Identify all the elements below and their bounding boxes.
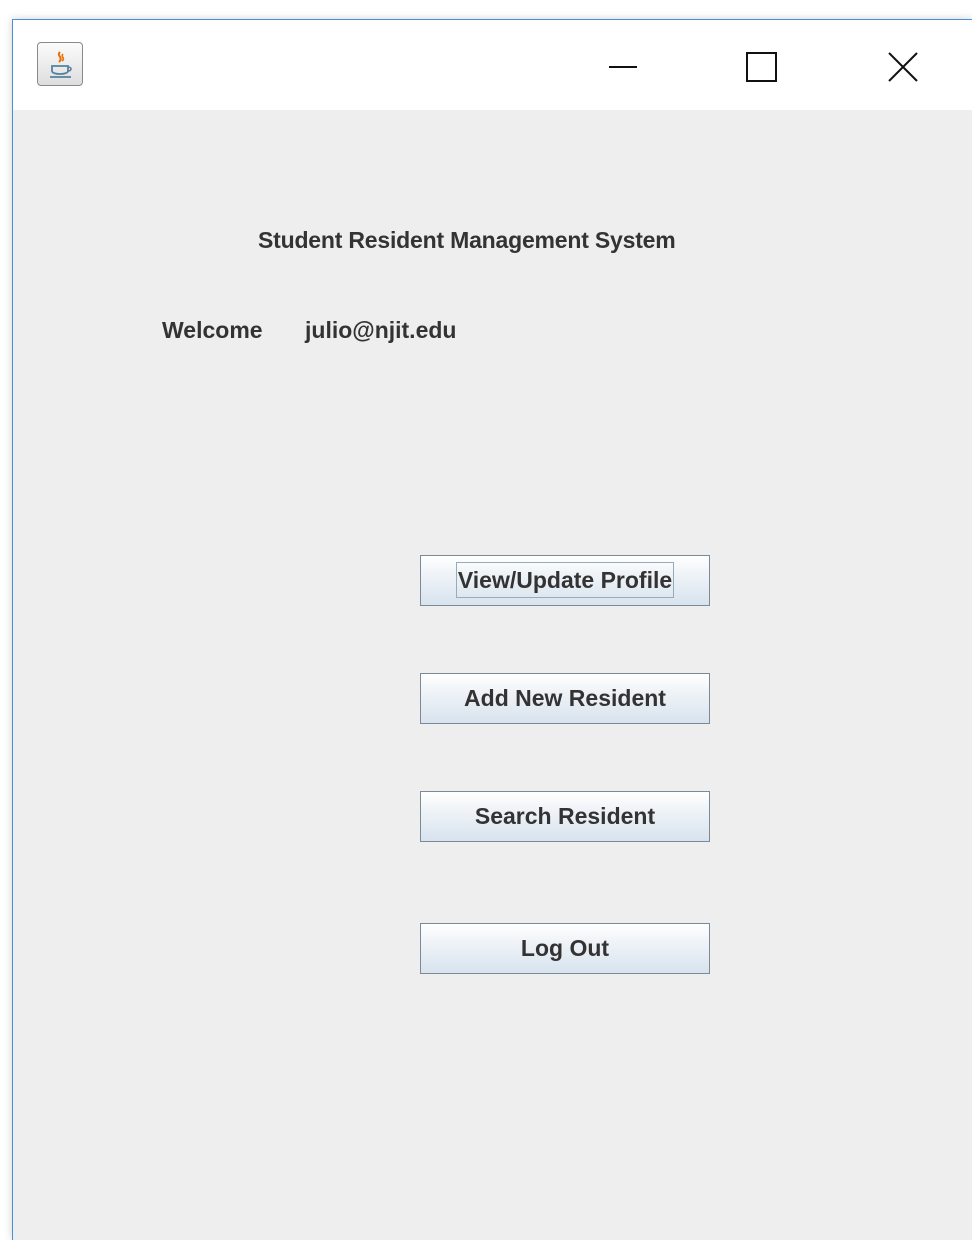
title-bar[interactable] (13, 20, 972, 110)
user-email: julio@njit.edu (305, 317, 457, 343)
view-update-profile-label: View/Update Profile (455, 562, 675, 598)
page-title: Student Resident Management System (258, 227, 676, 253)
app-window: Student Resident Management System Welco… (12, 19, 972, 1240)
welcome-label: Welcome (162, 317, 263, 343)
maximize-icon (746, 52, 777, 82)
minimize-button[interactable] (576, 20, 668, 110)
java-icon[interactable] (37, 42, 83, 86)
maximize-button[interactable] (715, 20, 807, 110)
desktop-screen: Student Resident Management System Welco… (0, 0, 972, 1240)
view-update-profile-button[interactable]: View/Update Profile (420, 555, 710, 606)
content-panel: Student Resident Management System Welco… (13, 110, 972, 1240)
close-icon (888, 52, 918, 82)
minimize-icon (609, 66, 637, 68)
search-resident-button[interactable]: Search Resident (420, 791, 710, 842)
close-button[interactable] (857, 20, 949, 110)
add-new-resident-button[interactable]: Add New Resident (420, 673, 710, 724)
log-out-button[interactable]: Log Out (420, 923, 710, 974)
